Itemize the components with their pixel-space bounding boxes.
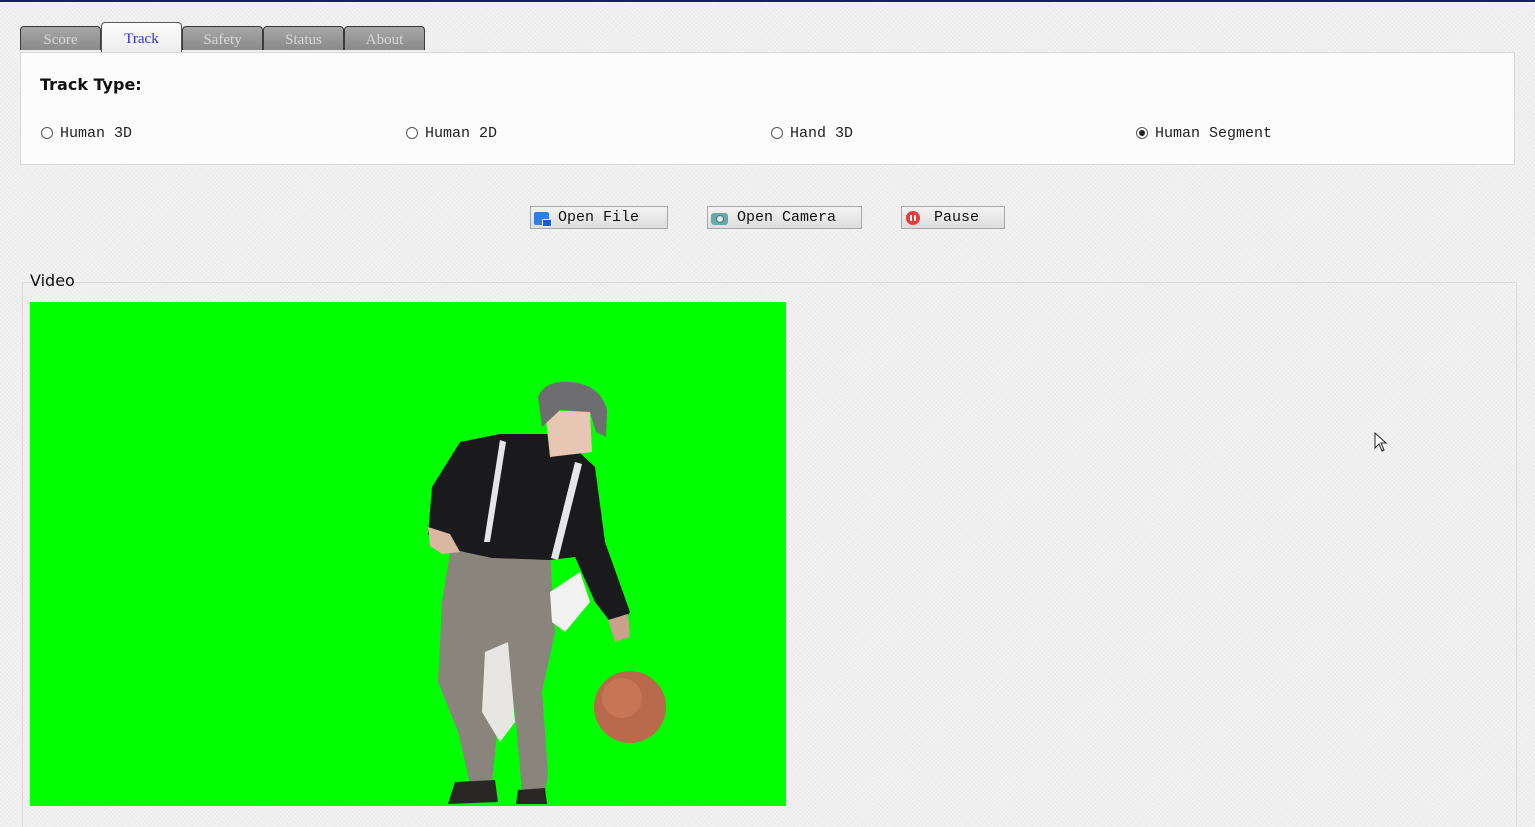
pause-button[interactable]: Pause [901, 206, 1005, 229]
radio-indicator[interactable] [771, 127, 783, 139]
open-file-label: Open File [558, 209, 640, 226]
tab-score[interactable]: Score [20, 26, 101, 50]
radio-indicator[interactable] [406, 127, 418, 139]
tab-status[interactable]: Status [263, 26, 344, 50]
radio-label: Human 3D [60, 124, 133, 142]
track-type-panel: Track Type: Human 3D Human 2D Hand 3D Hu… [20, 52, 1515, 165]
open-camera-label: Open Camera [737, 209, 837, 226]
mouse-cursor-icon [1374, 432, 1388, 452]
pause-icon [906, 210, 920, 225]
tab-track[interactable]: Track [101, 22, 182, 52]
window-top-border [0, 0, 1535, 2]
radio-human-segment[interactable]: Human Segment [1136, 123, 1272, 143]
radio-indicator[interactable] [41, 127, 53, 139]
camera-icon [711, 212, 728, 225]
radio-human-2d[interactable]: Human 2D [406, 123, 497, 143]
segmented-person-image [428, 381, 666, 804]
open-camera-button[interactable]: Open Camera [707, 206, 862, 229]
radio-label: Human Segment [1155, 124, 1273, 142]
video-group-title: Video [30, 271, 75, 290]
pause-label: Pause [934, 209, 980, 226]
radio-hand-3d[interactable]: Hand 3D [771, 123, 853, 143]
tab-about[interactable]: About [344, 26, 425, 50]
radio-indicator-checked[interactable] [1136, 127, 1148, 139]
radio-label: Human 2D [425, 124, 498, 142]
video-display [30, 302, 786, 806]
open-file-button[interactable]: Open File [530, 206, 668, 229]
tab-safety[interactable]: Safety [182, 26, 263, 50]
radio-label: Hand 3D [790, 124, 854, 142]
folder-file-icon [534, 211, 552, 227]
radio-human-3d[interactable]: Human 3D [41, 123, 132, 143]
track-type-title: Track Type: [40, 75, 142, 94]
